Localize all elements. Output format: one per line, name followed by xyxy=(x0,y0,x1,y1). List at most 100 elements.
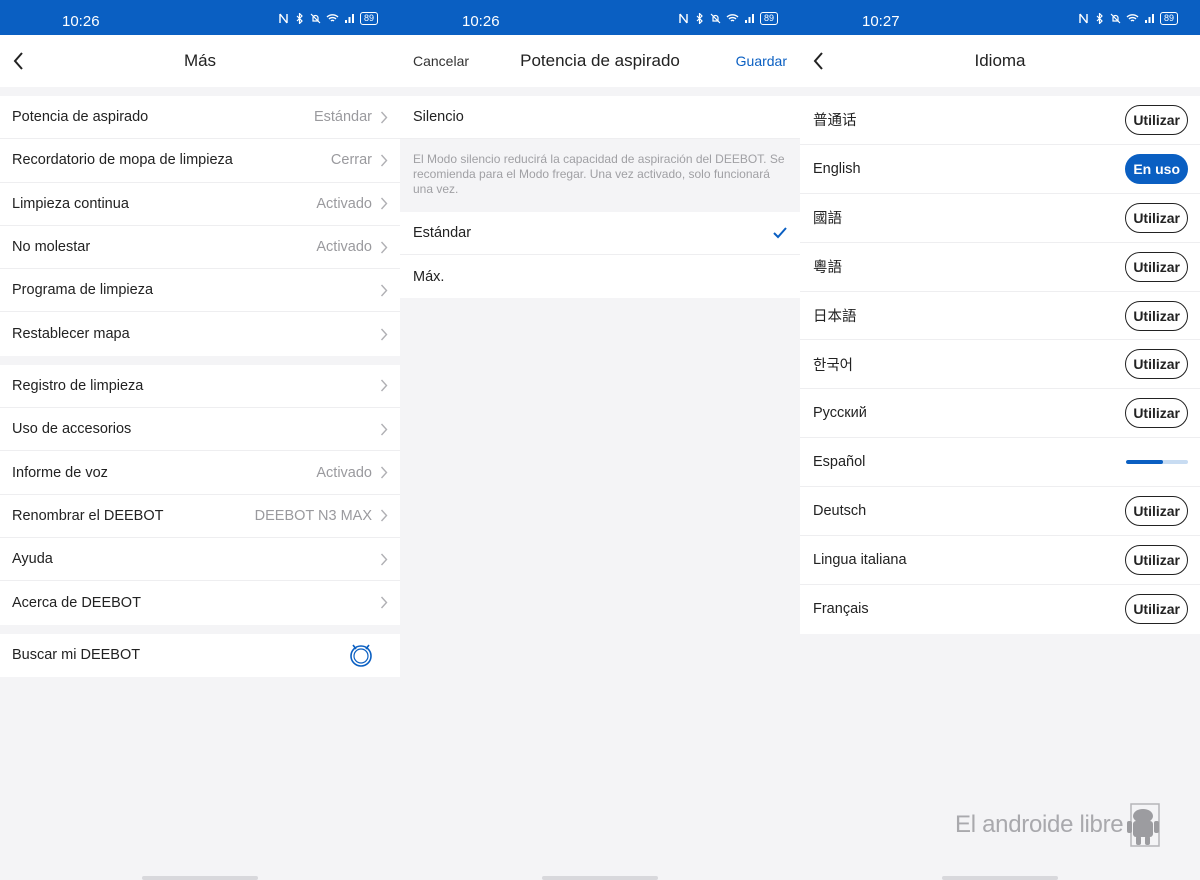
chevron-right-icon xyxy=(380,328,388,341)
use-language-button[interactable]: Utilizar xyxy=(1125,300,1188,331)
language-row: 國語 Utilizar xyxy=(800,194,1200,243)
use-language-button[interactable]: Utilizar xyxy=(1125,496,1188,527)
status-time: 10:26 xyxy=(462,13,500,30)
bell-muted-icon xyxy=(310,13,321,24)
back-arrow-icon[interactable] xyxy=(12,51,26,71)
robot-icon xyxy=(350,644,372,668)
chevron-right-icon xyxy=(380,509,388,522)
settings-row-value: Activado xyxy=(316,464,372,481)
option-max[interactable]: Máx. xyxy=(400,255,800,298)
settings-row[interactable]: Ayuda xyxy=(0,538,400,582)
android-logo-icon xyxy=(1127,803,1161,847)
cancel-button[interactable]: Cancelar xyxy=(413,53,469,69)
home-indicator[interactable] xyxy=(542,876,658,880)
language-name: 日本語 xyxy=(813,309,857,325)
use-language-button[interactable]: Utilizar xyxy=(1125,594,1188,625)
chevron-right-icon xyxy=(380,553,388,566)
battery-indicator: 89 xyxy=(359,12,378,25)
bluetooth-icon xyxy=(1096,13,1103,24)
home-indicator[interactable] xyxy=(942,876,1058,880)
settings-row[interactable]: Uso de accesorios xyxy=(0,408,400,452)
bluetooth-icon xyxy=(296,13,303,24)
settings-row[interactable]: Potencia de aspirado Estándar xyxy=(0,96,400,140)
settings-row[interactable]: Restablecer mapa xyxy=(0,312,400,355)
option-standard[interactable]: Estándar xyxy=(400,212,800,255)
watermark: El androide libre xyxy=(955,802,1161,848)
use-language-button[interactable]: Utilizar xyxy=(1125,398,1188,429)
option-max-label: Máx. xyxy=(413,268,445,285)
chevron-right-icon xyxy=(380,379,388,392)
home-indicator[interactable] xyxy=(142,876,258,880)
save-button[interactable]: Guardar xyxy=(736,53,787,69)
settings-row-label: Registro de limpieza xyxy=(12,377,144,394)
signal-icon xyxy=(344,14,354,23)
language-list: 普通话 Utilizar English En uso 國語 Utilizar 粵語 Util… xyxy=(800,96,1200,634)
language-name: Deutsch xyxy=(813,503,867,520)
bell-muted-icon xyxy=(710,13,721,24)
screen-suction-power: 10:26 89 Cancelar Potencia de aspirado G… xyxy=(400,0,800,880)
settings-row[interactable]: Registro de limpieza xyxy=(0,365,400,409)
signal-icon xyxy=(744,14,754,23)
settings-row-label: Informe de voz xyxy=(12,464,108,481)
battery-indicator: 89 xyxy=(759,12,778,25)
status-icons: 89 xyxy=(678,12,778,25)
language-name: 普通话 xyxy=(813,113,857,130)
language-name: Français xyxy=(813,601,869,618)
settings-row[interactable]: Limpieza continua Activado xyxy=(0,183,400,226)
status-bar: 10:26 89 xyxy=(0,0,400,35)
signal-icon xyxy=(1144,14,1154,23)
option-silence[interactable]: Silencio xyxy=(400,96,800,139)
find-deebot-row[interactable]: Buscar mi DEEBOT xyxy=(0,634,400,677)
language-row: Français Utilizar xyxy=(800,585,1200,634)
settings-row[interactable]: Informe de voz Activado xyxy=(0,451,400,495)
page-title: Más xyxy=(183,51,217,70)
language-name: Русский xyxy=(813,405,867,422)
wifi-icon xyxy=(726,14,739,22)
settings-group-find: Buscar mi DEEBOT xyxy=(0,633,400,677)
nfc-icon xyxy=(279,13,288,24)
settings-row[interactable]: No molestar Activado xyxy=(0,226,400,270)
use-language-button[interactable]: Utilizar xyxy=(1125,349,1188,380)
settings-row[interactable]: Programa de limpieza xyxy=(0,269,400,313)
language-name: 粵語 xyxy=(813,260,842,277)
status-bar: 10:26 89 xyxy=(400,0,800,35)
download-progress-bar xyxy=(1126,460,1188,465)
status-bar: 10:27 89 xyxy=(800,0,1200,35)
use-language-button[interactable]: Utilizar xyxy=(1125,104,1188,135)
battery-indicator: 89 xyxy=(1159,12,1178,25)
settings-row-label: Renombrar el DEEBOT xyxy=(12,507,164,524)
option-silence-label: Silencio xyxy=(413,109,464,125)
bluetooth-icon xyxy=(696,13,703,24)
use-language-button[interactable]: Utilizar xyxy=(1125,544,1188,575)
in-use-badge: En uso xyxy=(1125,153,1188,184)
page-title: Potencia de aspirado xyxy=(520,51,680,70)
status-time: 10:27 xyxy=(862,13,900,30)
screens-container: 10:26 89 Más Potencia de aspirado Estánda… xyxy=(0,0,1200,880)
suction-options: Silencio El Modo silencio reducirá la ca… xyxy=(400,96,800,298)
use-language-button[interactable]: Utilizar xyxy=(1125,251,1188,282)
use-language-button[interactable]: Utilizar xyxy=(1125,202,1188,233)
language-row: 普通话 Utilizar xyxy=(800,96,1200,145)
navbar: Idioma xyxy=(800,35,1200,87)
language-name: English xyxy=(813,160,861,177)
settings-row-label: Restablecer mapa xyxy=(12,326,130,343)
back-arrow-icon[interactable] xyxy=(812,51,826,71)
language-name: 國語 xyxy=(813,211,842,228)
status-icons: 89 xyxy=(1078,12,1178,25)
watermark-text: El androide libre xyxy=(955,811,1124,838)
settings-row-label: Acerca de DEEBOT xyxy=(12,594,141,611)
nfc-icon xyxy=(679,13,688,24)
settings-row[interactable]: Renombrar el DEEBOT DEEBOT N3 MAX xyxy=(0,495,400,538)
language-row: Español xyxy=(800,438,1200,488)
language-name: Lingua italiana xyxy=(813,551,907,568)
chevron-right-icon xyxy=(380,241,388,254)
option-standard-label: Estándar xyxy=(413,225,472,241)
settings-row[interactable]: Recordatorio de mopa de limpieza Cerrar xyxy=(0,139,400,183)
find-deebot-label: Buscar mi DEEBOT xyxy=(12,647,141,664)
nfc-icon xyxy=(1079,13,1088,24)
settings-row-label: Recordatorio de mopa de limpieza xyxy=(12,152,233,169)
settings-row[interactable]: Acerca de DEEBOT xyxy=(0,581,400,624)
settings-row-value: DEEBOT N3 MAX xyxy=(254,507,372,524)
wifi-icon xyxy=(326,14,339,22)
status-icons: 89 xyxy=(278,12,378,25)
